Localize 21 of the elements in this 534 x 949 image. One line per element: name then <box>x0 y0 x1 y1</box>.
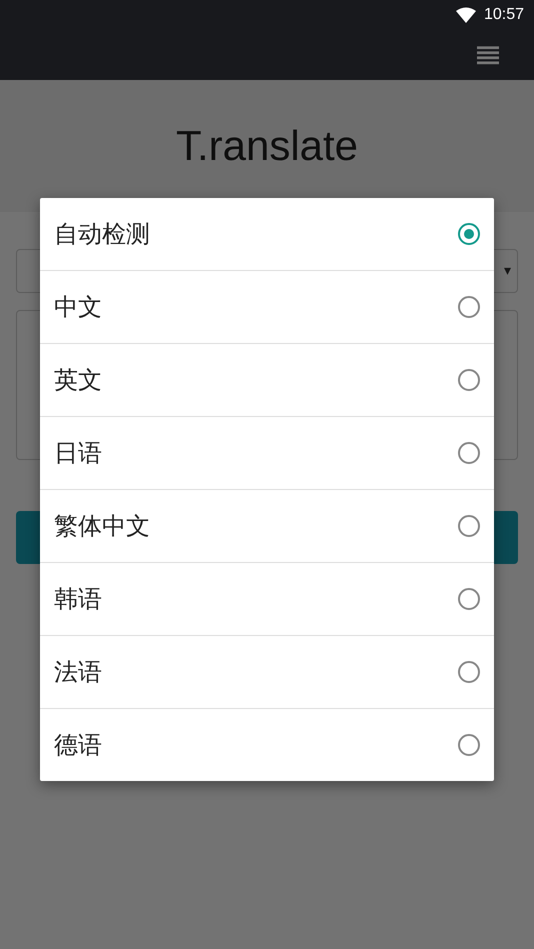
app-title: T.ranslate <box>176 122 358 170</box>
language-option[interactable]: 英文 <box>40 343 494 416</box>
language-option[interactable]: 法语 <box>40 635 494 708</box>
radio-button[interactable] <box>458 734 480 756</box>
language-option[interactable]: 日语 <box>40 416 494 489</box>
language-option[interactable]: 德语 <box>40 708 494 781</box>
radio-button[interactable] <box>458 661 480 683</box>
menu-icon[interactable] <box>477 46 499 64</box>
radio-button[interactable] <box>458 223 480 245</box>
radio-button[interactable] <box>458 296 480 318</box>
radio-button[interactable] <box>458 515 480 537</box>
radio-button[interactable] <box>458 588 480 610</box>
radio-button[interactable] <box>458 442 480 464</box>
dropdown-arrow: ▾ <box>504 263 511 279</box>
radio-button[interactable] <box>458 369 480 391</box>
status-time: 10:57 <box>484 6 524 24</box>
language-option[interactable]: 中文 <box>40 270 494 343</box>
language-option[interactable]: 繁体中文 <box>40 489 494 562</box>
language-option[interactable]: 自动检测 <box>40 198 494 270</box>
wifi-icon <box>456 7 476 23</box>
language-option[interactable]: 韩语 <box>40 562 494 635</box>
